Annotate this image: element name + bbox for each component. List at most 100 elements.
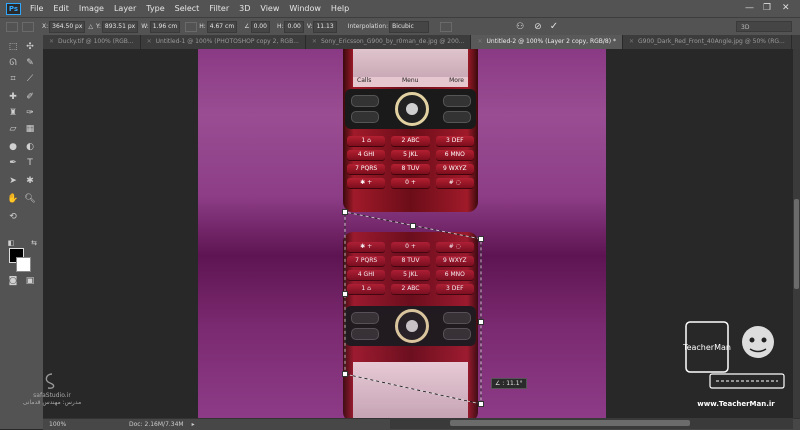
safastudio-logo-icon bbox=[45, 373, 55, 389]
w-field[interactable]: 1.96 cm bbox=[149, 20, 181, 33]
menu-window[interactable]: Window bbox=[284, 4, 326, 13]
eyedropper-icon[interactable]: ⟋ bbox=[22, 73, 38, 85]
tab-untitled-2[interactable]: ✕ Untitled-2 @ 100% (Layer 2 copy, RGB/8)… bbox=[471, 35, 623, 49]
hand-tool-icon[interactable]: ✋ bbox=[5, 193, 21, 205]
tab-close-icon[interactable]: ✕ bbox=[629, 38, 634, 45]
menu-image[interactable]: Image bbox=[74, 4, 109, 13]
tab-close-icon[interactable]: ✕ bbox=[312, 38, 317, 45]
transform-handle[interactable] bbox=[342, 371, 348, 377]
tab-close-icon[interactable]: ✕ bbox=[477, 38, 482, 45]
transform-bounding-box[interactable] bbox=[198, 49, 606, 418]
safastudio-credit: مدرس: مهندس قدمانی bbox=[22, 399, 82, 406]
teacherman-brand: TeacherMan bbox=[682, 343, 731, 352]
scrollbar-thumb[interactable] bbox=[794, 199, 799, 289]
transform-handle[interactable] bbox=[342, 291, 348, 297]
tab-label: Ducky.tif @ 100% (RGB... bbox=[58, 38, 134, 45]
lasso-tool-icon[interactable]: ᘏ bbox=[5, 57, 21, 69]
eraser-icon[interactable]: ▱ bbox=[5, 123, 21, 135]
w-label: W: bbox=[141, 23, 149, 30]
pen-tool-icon[interactable]: ✒ bbox=[5, 157, 21, 169]
default-colors-icon[interactable]: ◧ bbox=[3, 237, 19, 249]
safastudio-url: safaStudio.ir bbox=[33, 392, 71, 399]
menu-file[interactable]: File bbox=[25, 4, 48, 13]
tab-sony-ericsson[interactable]: ✕ Sony_Ericsson_G900_by_r0man_de.jpg @ 20… bbox=[306, 35, 472, 49]
warp-mode-icon[interactable] bbox=[440, 21, 453, 32]
menu-edit[interactable]: Edit bbox=[48, 4, 74, 13]
tools-panel: ⬚ ✣ ᘏ ✎ ⌗ ⟋ ✚ ✐ ♜ ✑ ▱ ▦ ● ◐ ✒ T ➤ ✱ ✋ 🔍︎… bbox=[0, 35, 44, 429]
commit-transform-icon[interactable]: ✓ bbox=[550, 21, 558, 32]
history-brush-icon[interactable]: ✑ bbox=[22, 107, 38, 119]
transform-handle[interactable] bbox=[478, 401, 484, 407]
gradient-tool-icon[interactable]: ▦ bbox=[22, 123, 38, 135]
zoom-tool-icon[interactable]: 🔍︎ bbox=[22, 193, 38, 205]
teacherman-watermark: TeacherMan www.TeacherMan.ir bbox=[680, 316, 792, 408]
tab-close-icon[interactable]: ✕ bbox=[147, 38, 152, 45]
teacherman-url: www.TeacherMan.ir bbox=[697, 400, 775, 408]
tab-close-icon[interactable]: ✕ bbox=[49, 38, 54, 45]
workspace-select[interactable]: 3D bbox=[736, 21, 792, 32]
quick-select-icon[interactable]: ✎ bbox=[22, 57, 38, 69]
path-select-icon[interactable]: ➤ bbox=[5, 175, 21, 187]
blur-tool-icon[interactable]: ● bbox=[5, 141, 21, 153]
screen-mode-icon[interactable]: ▣ bbox=[22, 275, 38, 287]
transform-handle[interactable] bbox=[410, 223, 416, 229]
y-field[interactable]: 893.51 px bbox=[101, 20, 139, 33]
doc-size: Doc: 2.16M/7.34M bbox=[129, 421, 184, 428]
dodge-tool-icon[interactable]: ◐ bbox=[22, 141, 38, 153]
quick-mask-icon[interactable]: ◙ bbox=[5, 275, 21, 287]
angle-field[interactable]: 0.00 bbox=[250, 20, 270, 33]
type-tool-icon[interactable]: T bbox=[22, 157, 38, 169]
hskew-field[interactable]: 0.00 bbox=[284, 20, 304, 33]
clone-stamp-icon[interactable]: ♜ bbox=[5, 107, 21, 119]
h-field[interactable]: 4.67 cm bbox=[206, 20, 238, 33]
menu-help[interactable]: Help bbox=[326, 4, 354, 13]
horizontal-scrollbar[interactable] bbox=[390, 418, 793, 429]
tab-g900[interactable]: ✕ G900_Dark_Red_Front_40Angle.jpg @ 50% (… bbox=[623, 35, 792, 49]
reference-point-icon[interactable] bbox=[22, 21, 34, 32]
interpolation-label: Interpolation: bbox=[347, 23, 389, 30]
link-icon[interactable] bbox=[185, 21, 198, 32]
maximize-button[interactable]: ❐ bbox=[763, 3, 771, 13]
safastudio-watermark: safaStudio.ir مدرس: مهندس قدمانی bbox=[22, 372, 82, 406]
tab-ducky[interactable]: ✕ Ducky.tif @ 100% (RGB... bbox=[43, 35, 141, 49]
scrollbar-thumb[interactable] bbox=[450, 420, 690, 426]
menu-bar: Ps File Edit Image Layer Type Select Fil… bbox=[0, 0, 800, 17]
menu-select[interactable]: Select bbox=[170, 4, 205, 13]
transform-handle[interactable] bbox=[342, 209, 348, 215]
close-button[interactable]: ✕ bbox=[782, 3, 790, 13]
cancel-transform-icon[interactable]: ⊘ bbox=[534, 22, 542, 32]
zoom-level[interactable]: 100% bbox=[49, 421, 89, 428]
vskew-field[interactable]: 11.13 bbox=[313, 20, 337, 33]
background-color-swatch[interactable] bbox=[16, 257, 31, 272]
tab-untitled-1[interactable]: ✕ Untitled-1 @ 100% (PHOTOSHOP copy 2, RG… bbox=[141, 35, 306, 49]
interpolation-select[interactable]: Bicubic bbox=[389, 20, 430, 33]
crop-tool-icon[interactable]: ⌗ bbox=[5, 73, 21, 85]
healing-brush-icon[interactable]: ✚ bbox=[5, 91, 21, 103]
puppet-icon[interactable]: ⚇ bbox=[516, 22, 524, 32]
menu-type[interactable]: Type bbox=[141, 4, 169, 13]
vskew-label: V: bbox=[306, 23, 313, 30]
menu-layer[interactable]: Layer bbox=[109, 4, 141, 13]
3d-tool-icon[interactable]: ⟲ bbox=[5, 211, 21, 223]
menu-view[interactable]: View bbox=[255, 4, 284, 13]
menu-3d[interactable]: 3D bbox=[234, 4, 255, 13]
delta-icon[interactable]: △ bbox=[88, 23, 93, 30]
tab-label: Untitled-2 @ 100% (Layer 2 copy, RGB/8) … bbox=[486, 38, 616, 45]
document-canvas[interactable]: Calls Menu More 1 ⌂ 2 ABC 3 DEF 4 GHI 5 … bbox=[198, 49, 606, 418]
options-bar: X: 364.50 px △ Y: 893.51 px W: 1.96 cm H… bbox=[0, 17, 800, 35]
hskew-label: H: bbox=[276, 23, 284, 30]
menu-filter[interactable]: Filter bbox=[204, 4, 234, 13]
swap-colors-icon[interactable]: ⇆ bbox=[26, 237, 42, 249]
photoshop-logo: Ps bbox=[6, 2, 21, 15]
status-arrow-icon[interactable]: ▸ bbox=[192, 421, 195, 428]
x-field[interactable]: 364.50 px bbox=[49, 20, 86, 33]
marquee-tool-icon[interactable]: ⬚ bbox=[5, 41, 21, 53]
shape-tool-icon[interactable]: ✱ bbox=[22, 175, 38, 187]
transform-handle[interactable] bbox=[478, 236, 484, 242]
vertical-scrollbar[interactable] bbox=[793, 49, 800, 418]
brush-tool-icon[interactable]: ✐ bbox=[22, 91, 38, 103]
tool-preset-icon[interactable] bbox=[6, 21, 18, 32]
transform-handle[interactable] bbox=[478, 319, 484, 325]
move-tool-icon[interactable]: ✣ bbox=[22, 41, 38, 53]
minimize-button[interactable]: — bbox=[745, 3, 754, 13]
